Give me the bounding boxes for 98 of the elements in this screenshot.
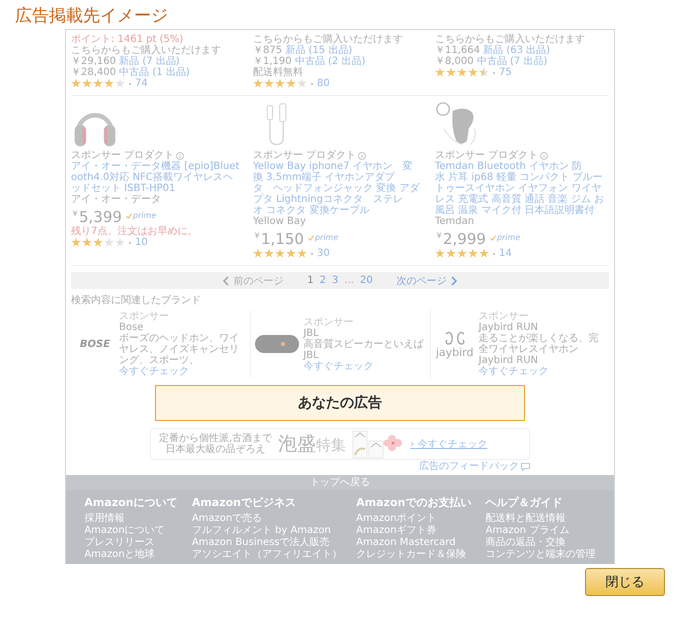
shipping-text: 配送料無料 — [253, 67, 304, 78]
sponsor-label: スポンサー プロダクト — [71, 150, 174, 161]
brand-logo: jaybird — [436, 346, 474, 358]
check-link[interactable]: 今すぐチェック — [478, 366, 606, 377]
sponsor-label: スポンサー プロダクト — [253, 150, 356, 161]
price-text: ￥875 — [253, 45, 282, 56]
footer-heading: Amazonでビジネス — [192, 495, 298, 510]
brand-description: 走ることが楽しくなる、完全ワイヤレスイヤホン Jaybird RUN — [478, 333, 600, 366]
footer-link[interactable]: コンテンツと端末の管理 — [486, 549, 596, 561]
bottles-flower-drawing — [352, 429, 404, 459]
prime-badge: prime — [308, 233, 338, 242]
footer-link[interactable]: 配送料と配送情報 — [486, 513, 596, 525]
brand-text: アイ・オー・データ — [71, 194, 162, 205]
stock-note: 残り7点。注文はお早めに。 — [71, 226, 198, 237]
footer-link[interactable]: Amazonについて — [84, 525, 178, 537]
price-text: $^{￥}$2,999 — [435, 229, 486, 248]
close-button[interactable]: 閉じる — [585, 568, 665, 596]
price-text: ￥28,400 — [71, 67, 116, 78]
tagline-text: 日本最大級の品ぞろえ — [166, 444, 266, 455]
footer-heading: Amazonについて — [84, 495, 178, 510]
tagline-text: 定番から個性派,古酒まで — [159, 433, 272, 444]
back-to-top-link[interactable]: トップへ戻る — [66, 475, 614, 490]
price-text: ￥1,190 — [253, 56, 292, 67]
speech-bubble-icon — [521, 462, 530, 470]
logo-icon — [444, 330, 466, 346]
points-text: ポイント: 1461 pt (5%) — [71, 34, 184, 45]
offer-link[interactable]: 新品 (63 出品) — [483, 45, 550, 56]
page-link[interactable]: 20 — [360, 275, 373, 286]
footer-heading: ヘルプ＆ガイド — [486, 495, 564, 510]
footer-link[interactable]: Amazonと地球 — [84, 549, 178, 561]
banner-headline: 泡盛特集 — [278, 432, 346, 457]
review-count[interactable]: 10 — [135, 237, 148, 248]
prime-badge: prime — [126, 211, 156, 220]
footer-link[interactable]: Amazon Mastercard — [356, 537, 472, 549]
footer-link[interactable]: フルフィルメント by Amazon — [192, 525, 342, 537]
brand-name: Bose — [119, 322, 144, 333]
offer-link[interactable]: 中古品 (7 出品) — [476, 56, 548, 67]
dialog-title: 広告掲載先イメージ — [14, 5, 169, 28]
chevron-left-icon — [223, 276, 230, 286]
ellipsis-text: ... — [344, 275, 354, 286]
footer-link[interactable]: Amazonギフト券 — [356, 525, 472, 537]
review-count[interactable]: 80 — [317, 78, 330, 89]
price-text: ￥8,000 — [435, 56, 474, 67]
prime-badge: prime — [490, 233, 520, 242]
review-count[interactable]: 14 — [499, 248, 512, 259]
price-text: $^{￥}$5,399 — [71, 207, 122, 226]
feedback-link[interactable]: 広告のフィードバック — [419, 461, 519, 472]
check-link[interactable]: › 今すぐチェック — [410, 438, 488, 450]
offer-note: こちらからもご購入いただけます — [253, 34, 404, 45]
page-link[interactable]: 2 — [320, 275, 326, 286]
price-text: $^{￥}$1,150 — [253, 229, 304, 248]
info-icon[interactable] — [358, 152, 366, 160]
footer-link[interactable]: クレジットカード＆保険 — [356, 549, 472, 561]
offer-note: こちらからもご購入いただけます — [435, 34, 586, 45]
footer-link[interactable]: 商品の返品・交換 — [486, 537, 596, 549]
sponsor-label: スポンサー — [478, 311, 530, 322]
ad-label: あなたの広告 — [298, 394, 382, 412]
page-link[interactable]: 3 — [332, 275, 338, 286]
sponsor-label: スポンサー — [119, 311, 170, 322]
review-count[interactable]: 30 — [317, 248, 330, 259]
footer-link[interactable]: Amazon Businessで法人販売 — [192, 537, 342, 549]
price-text: ￥11,664 — [435, 45, 480, 56]
offer-link[interactable]: 中古品 (2 出品) — [294, 56, 366, 67]
offer-link[interactable]: 新品 (15 出品) — [285, 45, 352, 56]
footer-link[interactable]: プレスリリース — [84, 537, 178, 549]
offer-link[interactable]: 新品 (7 出品) — [119, 56, 180, 67]
footer-link[interactable]: Amazon プライム — [486, 525, 596, 537]
footer-link[interactable]: アソシエイト（アフィリエイト） — [192, 549, 342, 561]
info-icon[interactable] — [540, 152, 548, 160]
check-link[interactable]: 今すぐチェック — [303, 360, 427, 372]
brand-logo: BOSE — [80, 338, 110, 350]
next-page-link[interactable]: 次のページ — [396, 274, 457, 288]
info-icon[interactable] — [176, 152, 184, 160]
check-link[interactable]: 今すぐチェック — [119, 366, 248, 377]
footer-link[interactable]: Amazonで売る — [192, 513, 342, 525]
sponsor-label: スポンサー プロダクト — [435, 150, 538, 161]
brand-description: ボーズのヘッドホン、ワイヤレス、ノイズキャンセリング、スポーツ、 — [119, 333, 240, 366]
brand-name: Jaybird RUN — [478, 322, 539, 333]
review-count[interactable]: 74 — [135, 78, 148, 89]
offer-note: こちらからもご購入いただけます — [71, 45, 222, 56]
brand-description: 高音質スピーカーといえばJBL — [303, 338, 425, 360]
brand-text: Temdan — [435, 216, 476, 227]
product-title-link[interactable]: Temdan Bluetooth イヤホン 防水 片耳 ip68 軽量 コンパクト ブルートゥースイヤホン イヤフォン ワイヤレス 充電式 高音質 通話 音楽 ジム お風呂 温泉 マイク付 日本語説明書付 — [435, 161, 609, 216]
speaker-drawing — [254, 333, 300, 355]
footer-link[interactable]: Amazonポイント — [356, 513, 472, 525]
review-count[interactable]: 75 — [499, 67, 512, 78]
product-title-link[interactable]: アイ・オー・データ機器 [epio]Bluetooth4.0対応 NFC搭載ワイヤレスヘッドセット ISBT-HP01 — [71, 161, 245, 194]
chevron-right-icon — [450, 276, 457, 286]
offer-link[interactable]: 中古品 (1 出品) — [119, 67, 190, 78]
page-link[interactable]: 1 — [307, 275, 314, 286]
brand-name: JBL — [303, 328, 320, 338]
sponsor-label: スポンサー — [303, 316, 354, 328]
footer-link[interactable]: 採用情報 — [84, 513, 178, 525]
price-text: ￥29,160 — [71, 56, 116, 67]
section-heading: 検索内容に関連したブランド — [71, 295, 202, 306]
footer-heading: Amazonでのお支払い — [356, 495, 472, 510]
brand-text: Yellow Bay — [253, 216, 307, 227]
product-title-link[interactable]: Yellow Bay iphone7 イヤホン 変換 3.5mm端子 イヤホンアダプタ ヘッドフォンジャック 変換 アダプタ Lightningコネクタ ステレオ コネクタ 変換ケーブル — [253, 161, 427, 216]
